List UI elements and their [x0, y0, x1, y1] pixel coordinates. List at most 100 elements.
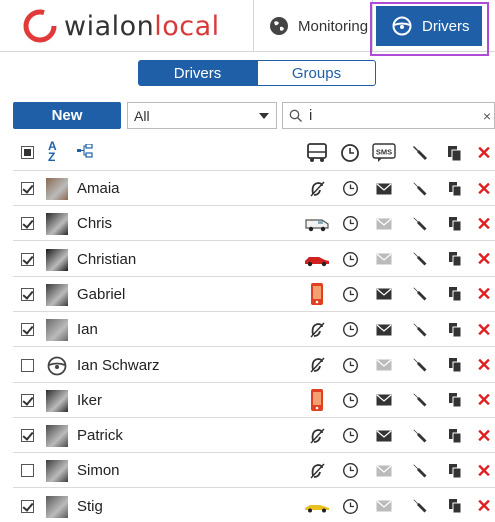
delete-icon[interactable]: ✕ — [473, 348, 495, 383]
tab-drivers[interactable]: Drivers — [376, 6, 482, 46]
unit-icon[interactable] — [301, 312, 333, 347]
clock-icon[interactable] — [335, 418, 365, 453]
wrench-icon[interactable] — [405, 242, 435, 277]
search-input[interactable] — [309, 107, 479, 124]
driver-row[interactable]: Chris ✕ — [13, 206, 495, 242]
driver-checkbox[interactable] — [21, 182, 34, 195]
clock-icon[interactable] — [335, 453, 365, 488]
delete-icon[interactable]: ✕ — [473, 206, 495, 241]
message-icon[interactable] — [368, 171, 400, 206]
driver-checkbox[interactable] — [21, 287, 34, 301]
driver-row[interactable]: Ian ✕ — [13, 312, 495, 348]
copy-icon[interactable] — [440, 312, 470, 347]
unit-icon[interactable] — [301, 418, 333, 453]
sort-az-icon[interactable]: AZ — [48, 140, 57, 163]
driver-checkbox[interactable] — [21, 429, 34, 443]
schedule-icon[interactable] — [335, 135, 365, 170]
copy-icon[interactable] — [440, 453, 470, 488]
delete-icon[interactable]: ✕ — [473, 277, 495, 312]
wrench-icon[interactable] — [405, 171, 435, 206]
unit-icon[interactable] — [301, 277, 333, 312]
unit-icon[interactable] — [301, 206, 333, 241]
clock-icon[interactable] — [335, 277, 365, 312]
wrench-icon[interactable] — [405, 418, 435, 453]
filter-select[interactable]: All — [127, 102, 277, 129]
driver-checkbox[interactable] — [21, 217, 34, 231]
clock-icon[interactable] — [335, 383, 365, 418]
clock-icon[interactable] — [335, 489, 365, 522]
delete-icon[interactable]: ✕ — [473, 453, 495, 488]
delete-icon[interactable]: ✕ — [473, 383, 495, 418]
copy-icon[interactable] — [440, 418, 470, 453]
segment-groups[interactable]: Groups — [257, 60, 376, 86]
driver-checkbox[interactable] — [21, 464, 34, 478]
delete-all-icon[interactable]: ✕ — [473, 135, 495, 170]
search-box[interactable]: × — [282, 102, 495, 129]
message-icon[interactable] — [368, 383, 400, 418]
message-icon[interactable] — [368, 206, 400, 241]
copy-icon[interactable] — [440, 135, 470, 170]
clock-icon[interactable] — [335, 312, 365, 347]
delete-icon[interactable]: ✕ — [473, 242, 495, 277]
driver-checkbox[interactable] — [21, 323, 34, 337]
delete-icon[interactable]: ✕ — [473, 489, 495, 522]
message-icon[interactable] — [368, 453, 400, 488]
clock-icon[interactable] — [335, 242, 365, 277]
copy-icon[interactable] — [440, 383, 470, 418]
delete-icon[interactable]: ✕ — [473, 171, 495, 206]
driver-row[interactable]: Iker ✕ — [13, 383, 495, 418]
new-button[interactable]: New — [13, 102, 121, 129]
message-icon[interactable] — [368, 489, 400, 522]
message-icon[interactable] — [368, 418, 400, 453]
driver-checkbox[interactable] — [21, 358, 34, 372]
driver-row[interactable]: Stig ✕ — [13, 489, 495, 522]
unit-icon[interactable] — [301, 383, 333, 418]
wrench-icon[interactable] — [405, 348, 435, 383]
segment-drivers[interactable]: Drivers — [138, 60, 257, 86]
copy-icon[interactable] — [440, 242, 470, 277]
driver-row[interactable]: Ian Schwarz ✕ — [13, 348, 495, 383]
driver-name: Christian — [77, 250, 137, 268]
driver-row[interactable]: Christian ✕ — [13, 242, 495, 277]
wrench-icon[interactable] — [405, 383, 435, 418]
copy-icon[interactable] — [440, 171, 470, 206]
wialon-logo-icon — [23, 9, 57, 43]
unit-icon[interactable] — [301, 242, 333, 277]
clock-icon[interactable] — [335, 206, 365, 241]
copy-icon[interactable] — [440, 206, 470, 241]
message-icon[interactable] — [368, 348, 400, 383]
unit-icon[interactable] — [301, 171, 333, 206]
wrench-icon[interactable] — [405, 453, 435, 488]
driver-checkbox[interactable] — [21, 499, 34, 513]
delete-icon[interactable]: ✕ — [473, 418, 495, 453]
copy-icon[interactable] — [440, 348, 470, 383]
select-all-checkbox[interactable] — [21, 146, 34, 159]
sms-icon[interactable]: SMS — [368, 135, 400, 170]
tab-monitoring[interactable]: Monitoring — [255, 0, 373, 52]
driver-row[interactable]: Patrick ✕ — [13, 418, 495, 454]
driver-row[interactable]: Simon ✕ — [13, 453, 495, 489]
copy-icon[interactable] — [440, 277, 470, 312]
bus-icon[interactable] — [301, 135, 333, 170]
wrench-icon[interactable] — [405, 277, 435, 312]
clock-icon[interactable] — [335, 171, 365, 206]
wrench-icon[interactable] — [405, 312, 435, 347]
driver-row[interactable]: Amaia ✕ — [13, 171, 495, 206]
message-icon[interactable] — [368, 312, 400, 347]
group-tree-icon[interactable] — [77, 144, 93, 158]
clear-search-icon[interactable]: × — [483, 108, 491, 124]
message-icon[interactable] — [368, 277, 400, 312]
driver-row[interactable]: Gabriel ✕ — [13, 277, 495, 312]
driver-checkbox[interactable] — [21, 252, 34, 266]
wrench-icon[interactable] — [405, 206, 435, 241]
unit-icon[interactable] — [301, 348, 333, 383]
message-icon[interactable] — [368, 242, 400, 277]
clock-icon[interactable] — [335, 348, 365, 383]
delete-icon[interactable]: ✕ — [473, 312, 495, 347]
driver-checkbox[interactable] — [21, 393, 34, 407]
unit-icon[interactable] — [301, 489, 333, 522]
unit-icon[interactable] — [301, 453, 333, 488]
wrench-icon[interactable] — [405, 489, 435, 522]
wrench-icon[interactable] — [405, 135, 435, 170]
copy-icon[interactable] — [440, 489, 470, 522]
